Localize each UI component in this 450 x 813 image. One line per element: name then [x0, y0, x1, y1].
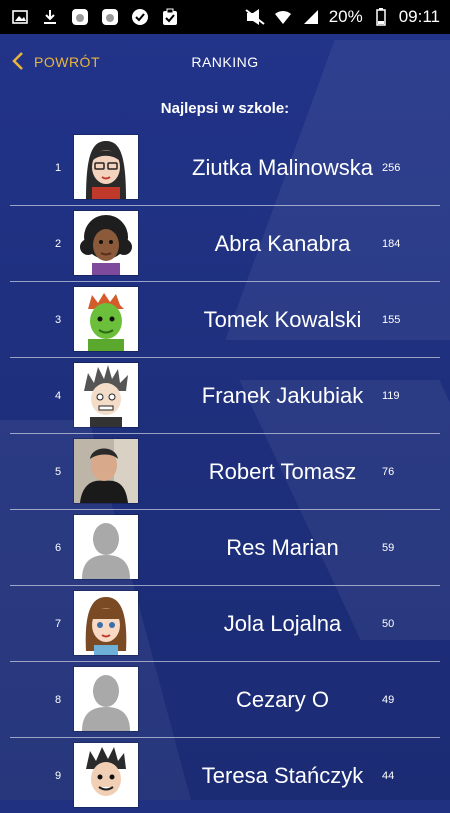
battery-icon	[371, 7, 391, 27]
rank-number: 7	[54, 617, 62, 630]
player-score: 119	[382, 389, 400, 402]
avatar-woman-glasses	[74, 135, 138, 199]
avatar-curly-hair	[74, 211, 138, 275]
battery-percent: 20%	[328, 7, 363, 26]
rank-number: 2	[54, 237, 62, 250]
image-icon	[10, 7, 30, 27]
rank-number: 8	[54, 693, 62, 706]
player-name: Franek Jakubiak	[201, 383, 364, 408]
download-icon	[40, 7, 60, 27]
player-name: Teresa Stańczyk	[201, 763, 364, 788]
ranking-row[interactable]: 6 Res Marian 59	[10, 510, 440, 586]
avatar-placeholder	[74, 667, 138, 731]
ranking-row[interactable]: 1 Ziutka Malinowska 256	[10, 130, 440, 206]
player-name: Ziutka Malinowska	[192, 155, 373, 180]
clock: 09:11	[398, 7, 440, 26]
check-icon	[130, 7, 150, 27]
player-score: 256	[382, 161, 401, 174]
signal-icon	[301, 7, 321, 27]
player-score: 50	[382, 617, 395, 630]
ranking-row[interactable]: 8 Cezary O 49	[10, 662, 440, 738]
player-name: Robert Tomasz	[208, 459, 357, 484]
back-button[interactable]: POWRÓT	[0, 51, 100, 74]
ranking-list: 1 Ziutka Malinowska 256 2 Abra Kanabra 1…	[0, 130, 450, 813]
rank-number: 4	[54, 389, 62, 402]
ranking-row[interactable]: 4 Franek Jakubiak 119	[10, 358, 440, 434]
ranking-row[interactable]: 7 Jola Lojalna 50	[10, 586, 440, 662]
rank-number: 3	[54, 313, 62, 326]
clipboard-icon	[160, 7, 180, 27]
rank-number: 5	[54, 465, 62, 478]
ranking-row[interactable]: 3 Tomek Kowalski 155	[10, 282, 440, 358]
avatar-green-face	[74, 287, 138, 351]
avatar-placeholder	[74, 515, 138, 579]
ranking-row[interactable]: 2 Abra Kanabra 184	[10, 206, 440, 282]
chevron-left-icon	[12, 51, 24, 74]
avatar-girl-bangs	[74, 591, 138, 655]
avatar-photo	[74, 439, 138, 503]
rank-number: 9	[54, 769, 62, 782]
player-name: Cezary O	[236, 687, 329, 712]
status-bar: 20% 09:11	[0, 0, 450, 34]
section-subtitle: Najlepsi w szkole:	[160, 100, 290, 117]
ranking-row[interactable]: 5 Robert Tomasz 76	[10, 434, 440, 510]
player-score: 44	[382, 769, 395, 782]
avatar-boy-spiky	[74, 743, 138, 807]
player-name: Res Marian	[226, 535, 339, 560]
nadir-icon	[70, 7, 90, 27]
mute-icon	[245, 7, 265, 27]
player-score: 59	[382, 541, 395, 554]
player-score: 184	[382, 237, 401, 250]
rank-number: 6	[54, 541, 62, 554]
wifi-icon	[273, 7, 293, 27]
ranking-row[interactable]: 9 Teresa Stańczyk 44	[10, 738, 440, 813]
player-score: 76	[382, 465, 395, 478]
player-name: Jola Lojalna	[223, 611, 342, 636]
rank-number: 1	[54, 161, 62, 174]
player-score: 49	[382, 693, 395, 706]
avatar-spiky-hair	[74, 363, 138, 427]
back-label: POWRÓT	[34, 54, 100, 70]
player-score: 155	[382, 313, 401, 326]
nadir-icon	[100, 7, 120, 27]
player-name: Tomek Kowalski	[203, 307, 362, 332]
header: POWRÓT RANKING	[0, 34, 450, 90]
player-name: Abra Kanabra	[214, 231, 351, 256]
